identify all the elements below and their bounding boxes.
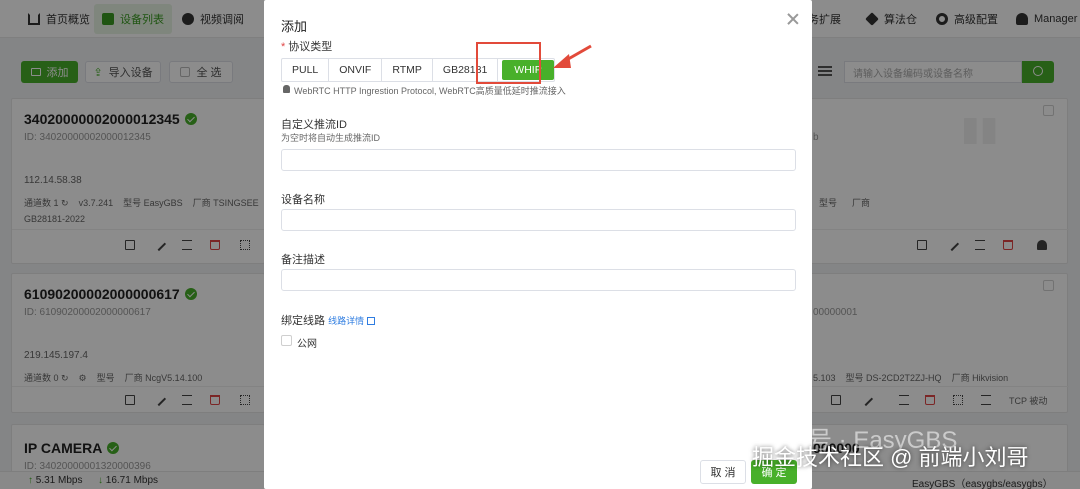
stream-id-input[interactable] (281, 149, 796, 171)
close-icon[interactable] (786, 12, 800, 26)
add-device-dialog: 添加 * 协议类型 PULL ONVIF RTMP GB28181 WHIP We… (264, 0, 812, 489)
protocol-option-rtmp[interactable]: RTMP (382, 59, 433, 81)
arrow-annotation-icon (553, 44, 592, 68)
protocol-option-onvif[interactable]: ONVIF (329, 59, 383, 81)
stream-id-label: 自定义推流ID (281, 119, 347, 131)
cancel-button[interactable]: 取 消 (700, 460, 746, 484)
highlight-annotation (476, 42, 541, 84)
watermark-author: 掘金技术社区 @ 前端小刘哥 (752, 445, 1029, 470)
dialog-title: 添加 (281, 19, 308, 34)
protocol-option-pull[interactable]: PULL (282, 59, 330, 81)
line-detail-link[interactable]: 线路详情 (328, 316, 376, 326)
public-network-checkbox[interactable] (281, 335, 292, 346)
remark-input[interactable] (281, 269, 796, 291)
external-link-icon (367, 317, 376, 325)
bind-line-label: 绑定线路 线路详情 (281, 312, 376, 328)
device-name-label: 设备名称 (281, 194, 325, 206)
device-name-input[interactable] (281, 209, 796, 231)
protocol-type-label: * 协议类型 (281, 41, 333, 53)
public-network-label: 公网 (297, 339, 317, 350)
protocol-hint: WebRTC HTTP Ingrestion Protocol, WebRTC高… (294, 86, 566, 96)
remark-label: 备注描述 (281, 254, 325, 266)
bell-icon (283, 85, 290, 93)
stream-id-hint: 为空时将自动生成推流ID (281, 133, 381, 143)
